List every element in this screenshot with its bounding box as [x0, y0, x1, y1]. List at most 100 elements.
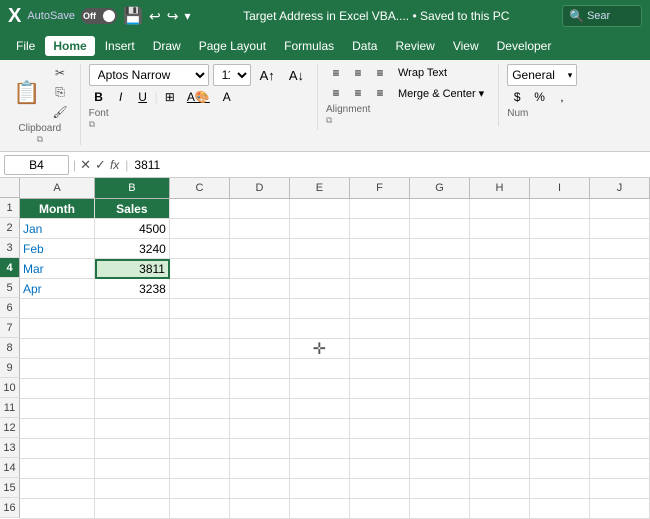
- cell-b10[interactable]: [95, 379, 170, 399]
- cell-f4[interactable]: [350, 259, 410, 279]
- cell-i5[interactable]: [530, 279, 590, 299]
- cell-b6[interactable]: [95, 299, 170, 319]
- cell-h11[interactable]: [470, 399, 530, 419]
- cell-g16[interactable]: [410, 499, 470, 519]
- cell-b3[interactable]: 3240: [95, 239, 170, 259]
- col-header-g[interactable]: G: [410, 178, 470, 198]
- cell-d14[interactable]: [230, 459, 290, 479]
- merge-center-button[interactable]: Merge & Center ▾: [392, 84, 490, 102]
- cell-i8[interactable]: [530, 339, 590, 359]
- col-header-b[interactable]: B: [95, 178, 170, 198]
- cell-i4[interactable]: [530, 259, 590, 279]
- cell-i3[interactable]: [530, 239, 590, 259]
- menu-draw[interactable]: Draw: [145, 36, 189, 56]
- cell-a12[interactable]: [20, 419, 95, 439]
- cell-i1[interactable]: [530, 199, 590, 219]
- cell-b1[interactable]: Sales: [95, 199, 170, 219]
- cell-c10[interactable]: [170, 379, 230, 399]
- toolbar-save-icon[interactable]: 💾: [123, 6, 143, 26]
- cell-d6[interactable]: [230, 299, 290, 319]
- cell-d5[interactable]: [230, 279, 290, 299]
- cell-h4[interactable]: [470, 259, 530, 279]
- cell-c12[interactable]: [170, 419, 230, 439]
- cell-d1[interactable]: [230, 199, 290, 219]
- col-header-i[interactable]: I: [530, 178, 590, 198]
- col-header-d[interactable]: D: [230, 178, 290, 198]
- cell-d8[interactable]: [230, 339, 290, 359]
- cell-a9[interactable]: [20, 359, 95, 379]
- cell-j1[interactable]: [590, 199, 650, 219]
- cell-d13[interactable]: [230, 439, 290, 459]
- cell-e10[interactable]: [290, 379, 350, 399]
- cell-j5[interactable]: [590, 279, 650, 299]
- cell-h14[interactable]: [470, 459, 530, 479]
- align-top-center-button[interactable]: ≡: [348, 64, 368, 82]
- menu-review[interactable]: Review: [387, 36, 442, 56]
- cell-c7[interactable]: [170, 319, 230, 339]
- cell-d2[interactable]: [230, 219, 290, 239]
- cell-g3[interactable]: [410, 239, 470, 259]
- cell-a10[interactable]: [20, 379, 95, 399]
- font-increase-button[interactable]: A↑: [255, 66, 280, 85]
- align-bottom-left-button[interactable]: ≡: [326, 84, 346, 102]
- cell-g7[interactable]: [410, 319, 470, 339]
- cell-g4[interactable]: [410, 259, 470, 279]
- align-bottom-center-button[interactable]: ≡: [348, 84, 368, 102]
- number-format-dropdown-icon[interactable]: ▾: [568, 70, 573, 81]
- cell-c13[interactable]: [170, 439, 230, 459]
- cell-f13[interactable]: [350, 439, 410, 459]
- search-box[interactable]: 🔍 Sear: [562, 5, 642, 27]
- cell-i7[interactable]: [530, 319, 590, 339]
- cell-i9[interactable]: [530, 359, 590, 379]
- alignment-expand-icon[interactable]: ⧉: [326, 115, 332, 126]
- cell-b13[interactable]: [95, 439, 170, 459]
- cell-j13[interactable]: [590, 439, 650, 459]
- cell-g1[interactable]: [410, 199, 470, 219]
- font-decrease-button[interactable]: A↓: [284, 66, 309, 85]
- col-header-h[interactable]: H: [470, 178, 530, 198]
- cell-c8[interactable]: [170, 339, 230, 359]
- underline-button[interactable]: U: [133, 88, 153, 106]
- cell-j6[interactable]: [590, 299, 650, 319]
- col-header-c[interactable]: C: [170, 178, 230, 198]
- cell-a13[interactable]: [20, 439, 95, 459]
- cell-f6[interactable]: [350, 299, 410, 319]
- cell-h13[interactable]: [470, 439, 530, 459]
- cell-e1[interactable]: [290, 199, 350, 219]
- cell-e6[interactable]: [290, 299, 350, 319]
- cell-e13[interactable]: [290, 439, 350, 459]
- cell-h8[interactable]: [470, 339, 530, 359]
- cell-c4[interactable]: [170, 259, 230, 279]
- paste-button[interactable]: 📋: [8, 77, 45, 109]
- cell-b15[interactable]: [95, 479, 170, 499]
- cell-c15[interactable]: [170, 479, 230, 499]
- cell-d12[interactable]: [230, 419, 290, 439]
- cell-h3[interactable]: [470, 239, 530, 259]
- cell-g11[interactable]: [410, 399, 470, 419]
- toolbar-dropdown-icon[interactable]: ▾: [184, 9, 190, 23]
- cell-j3[interactable]: [590, 239, 650, 259]
- cell-a7[interactable]: [20, 319, 95, 339]
- cell-f15[interactable]: [350, 479, 410, 499]
- cell-d3[interactable]: [230, 239, 290, 259]
- menu-formulas[interactable]: Formulas: [276, 36, 342, 56]
- menu-data[interactable]: Data: [344, 36, 385, 56]
- cell-e9[interactable]: [290, 359, 350, 379]
- cell-i11[interactable]: [530, 399, 590, 419]
- menu-file[interactable]: File: [8, 36, 43, 56]
- cell-h7[interactable]: [470, 319, 530, 339]
- cell-g5[interactable]: [410, 279, 470, 299]
- cell-e7[interactable]: [290, 319, 350, 339]
- confirm-icon[interactable]: ✓: [95, 157, 106, 173]
- cell-g13[interactable]: [410, 439, 470, 459]
- cell-i12[interactable]: [530, 419, 590, 439]
- cell-i2[interactable]: [530, 219, 590, 239]
- cell-c14[interactable]: [170, 459, 230, 479]
- insert-function-icon[interactable]: fx: [110, 158, 119, 172]
- cell-e12[interactable]: [290, 419, 350, 439]
- cell-a5[interactable]: Apr: [20, 279, 95, 299]
- cell-i14[interactable]: [530, 459, 590, 479]
- cell-b16[interactable]: [95, 499, 170, 519]
- cell-c6[interactable]: [170, 299, 230, 319]
- menu-view[interactable]: View: [445, 36, 487, 56]
